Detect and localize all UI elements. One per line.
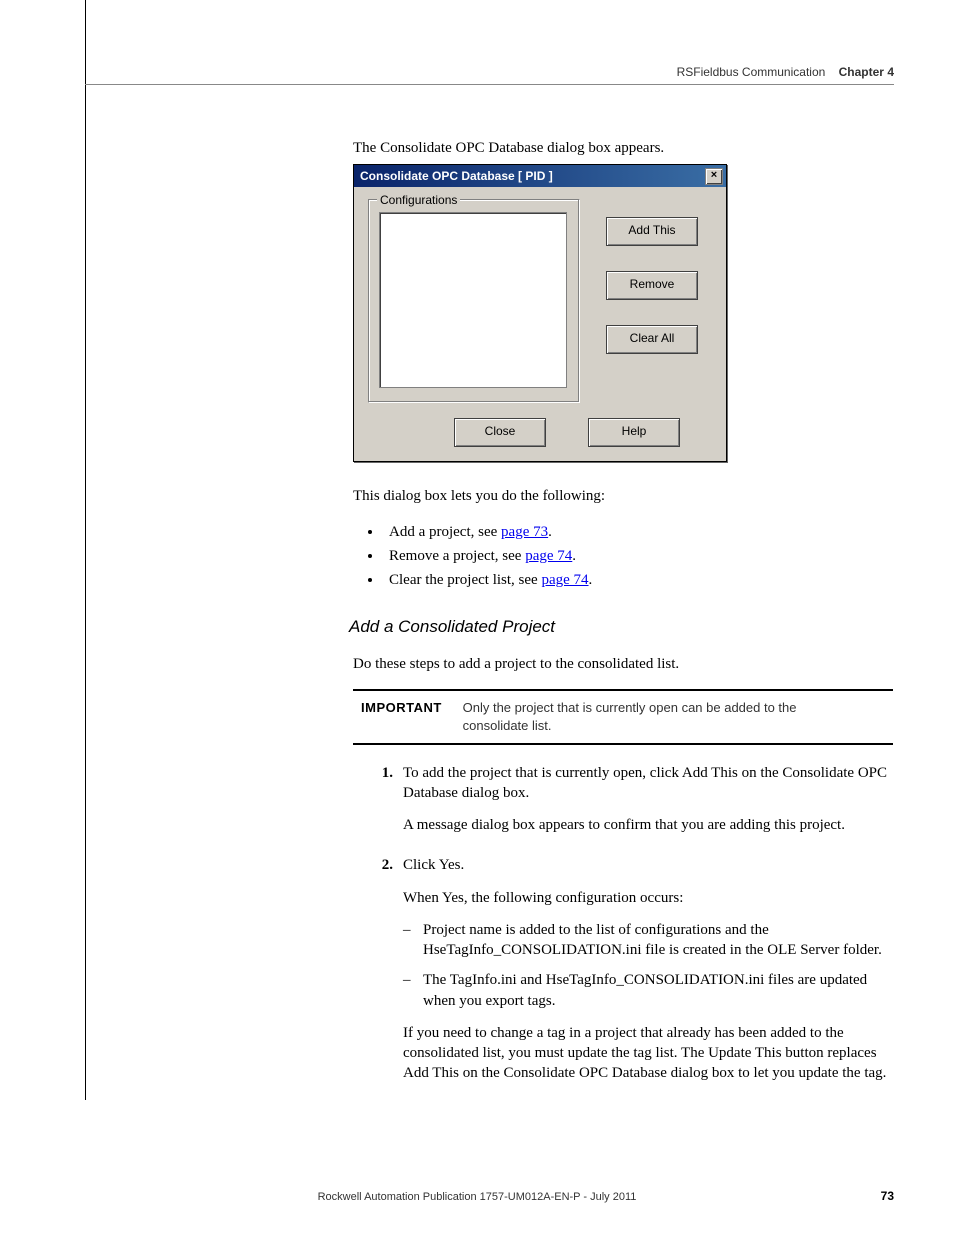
bullet-text: Add a project, see [389, 524, 501, 540]
header-chapter: Chapter 4 [839, 65, 894, 79]
list-item: Add a project, see page 73. [383, 522, 893, 542]
bullet-list: Add a project, see page 73. Remove a pro… [353, 522, 893, 591]
dialog-titlebar: Consolidate OPC Database [ PID ] × [354, 165, 726, 187]
list-item: Clear the project list, see page 74. [383, 570, 893, 590]
close-icon[interactable]: × [705, 168, 723, 185]
body-content: The Consolidate OPC Database dialog box … [353, 138, 893, 1104]
section-heading: Add a Consolidated Project [349, 616, 893, 639]
step-number: 1. [363, 763, 403, 848]
remove-button[interactable]: Remove [606, 271, 698, 300]
after-dialog-text: This dialog box lets you do the followin… [353, 486, 893, 506]
step-body: Click Yes. When Yes, the following confi… [403, 855, 893, 1095]
step-text: If you need to change a tag in a project… [403, 1023, 893, 1084]
page-number: 73 [881, 1189, 894, 1203]
add-this-button[interactable]: Add This [606, 217, 698, 246]
list-item: Remove a project, see page 74. [383, 546, 893, 566]
header-rule [85, 84, 894, 85]
header-section: RSFieldbus Communication [677, 65, 826, 79]
bullet-suffix: . [572, 548, 576, 564]
step-number: 2. [363, 855, 403, 1095]
dash-item: The TagInfo.ini and HseTagInfo_CONSOLIDA… [403, 970, 893, 1011]
clear-all-button[interactable]: Clear All [606, 325, 698, 354]
configurations-listbox[interactable] [379, 212, 567, 388]
consolidate-dialog: Consolidate OPC Database [ PID ] × Confi… [353, 164, 727, 462]
bullet-suffix: . [548, 524, 552, 540]
footer-text: Rockwell Automation Publication 1757-UM0… [0, 1191, 954, 1203]
dash-list: Project name is added to the list of con… [403, 920, 893, 1011]
bullet-text: Remove a project, see [389, 548, 525, 564]
step-text: Click Yes. [403, 855, 893, 875]
bullet-suffix: . [589, 572, 593, 588]
callout-tag: IMPORTANT [361, 699, 459, 717]
configurations-groupbox: Configurations [368, 199, 580, 403]
step-text: When Yes, the following configuration oc… [403, 888, 893, 908]
dialog-title: Consolidate OPC Database [ PID ] [360, 169, 553, 183]
page: RSFieldbus Communication Chapter 4 The C… [0, 0, 954, 1235]
step-item: 2. Click Yes. When Yes, the following co… [363, 855, 893, 1095]
running-header: RSFieldbus Communication Chapter 4 [677, 65, 894, 79]
intro-text: The Consolidate OPC Database dialog box … [353, 138, 893, 158]
step-body: To add the project that is currently ope… [403, 763, 893, 848]
page-link[interactable]: page 73 [501, 524, 548, 540]
page-link[interactable]: page 74 [525, 548, 572, 564]
margin-rule [85, 0, 86, 1100]
numbered-steps: 1. To add the project that is currently … [363, 763, 893, 1096]
groupbox-label: Configurations [377, 192, 460, 208]
callout-text: Only the project that is currently open … [463, 699, 863, 734]
dash-item: Project name is added to the list of con… [403, 920, 893, 961]
close-button[interactable]: Close [454, 418, 546, 447]
bullet-text: Clear the project list, see [389, 572, 541, 588]
step-item: 1. To add the project that is currently … [363, 763, 893, 848]
step-text: A message dialog box appears to confirm … [403, 815, 893, 835]
section-intro: Do these steps to add a project to the c… [353, 654, 893, 674]
step-text: To add the project that is currently ope… [403, 763, 893, 804]
page-link[interactable]: page 74 [541, 572, 588, 588]
help-button[interactable]: Help [588, 418, 680, 447]
important-callout: IMPORTANT Only the project that is curre… [353, 689, 893, 744]
